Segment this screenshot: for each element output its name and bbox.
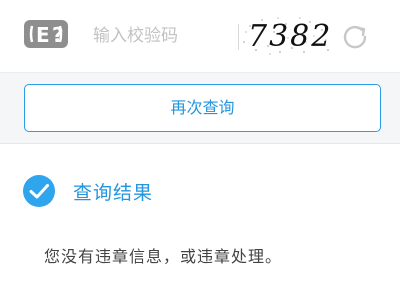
captcha-image[interactable]: 7382 [240, 12, 332, 58]
captcha-help-icon: E ? [24, 20, 68, 48]
requery-button[interactable]: 再次查询 [24, 84, 381, 132]
captcha-divider [238, 24, 239, 50]
captcha-text: 7382 [248, 19, 332, 54]
refresh-icon[interactable] [340, 22, 370, 52]
captcha-input[interactable] [93, 22, 223, 50]
svg-text:E: E [36, 23, 50, 47]
check-circle-icon [23, 175, 55, 207]
result-title: 查询结果 [73, 182, 154, 204]
result-message: 您没有违章信息，或违章处理。 [44, 247, 283, 266]
query-result-page: E ? 7382 再次查询 查询结果 您没有违章信息，或违章处理。 [0, 0, 400, 292]
